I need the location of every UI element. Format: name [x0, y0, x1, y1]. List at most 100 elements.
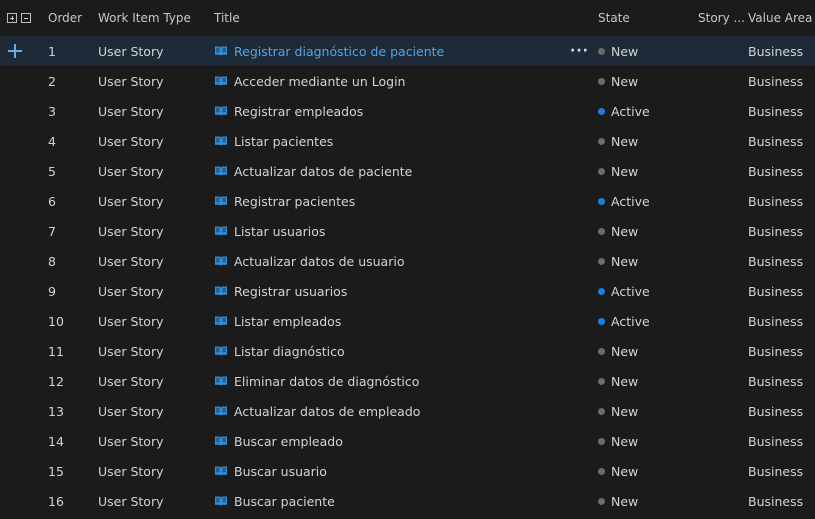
table-row[interactable]: 7 User Story Listar usuarios New Business [0, 216, 815, 246]
work-item-title-link[interactable]: Actualizar datos de paciente [234, 164, 412, 179]
state-cell: Active [598, 306, 650, 336]
work-item-title-link[interactable]: Registrar pacientes [234, 194, 355, 209]
state-cell: Active [598, 276, 650, 306]
state-cell: New [598, 396, 638, 426]
work-item-title-link[interactable]: Listar empleados [234, 314, 341, 329]
value-area-cell: Business [748, 133, 804, 149]
work-item-title-link[interactable]: Registrar empleados [234, 104, 363, 119]
work-item-type-cell: User Story [98, 163, 164, 179]
title-cell[interactable]: Actualizar datos de paciente [214, 156, 589, 186]
work-item-title-link[interactable]: Listar pacientes [234, 134, 333, 149]
order-cell: 16 [48, 493, 64, 509]
table-row[interactable]: 16 User Story Buscar paciente New Busines… [0, 486, 815, 516]
work-item-title-link[interactable]: Buscar usuario [234, 464, 327, 479]
table-row[interactable]: 5 User Story Actualizar datos de paciente… [0, 156, 815, 186]
work-item-type-cell: User Story [98, 373, 164, 389]
work-item-title-link[interactable]: Listar usuarios [234, 224, 325, 239]
title-cell[interactable]: Registrar diagnóstico de paciente [214, 36, 589, 66]
table-row[interactable]: 6 User Story Registrar pacientes Active B… [0, 186, 815, 216]
state-cell: Active [598, 186, 650, 216]
work-item-type-cell: User Story [98, 403, 164, 419]
title-cell[interactable]: Registrar usuarios [214, 276, 589, 306]
state-label: Active [611, 283, 650, 299]
state-indicator-icon [598, 437, 605, 445]
work-item-title-link[interactable]: Registrar diagnóstico de paciente [234, 44, 444, 59]
table-row[interactable]: 14 User Story Buscar empleado New Busines… [0, 426, 815, 456]
expand-all-icon[interactable] [7, 13, 17, 23]
order-cell: 9 [48, 283, 56, 299]
state-indicator-icon [598, 137, 605, 145]
state-cell: New [598, 456, 638, 486]
table-row[interactable]: 8 User Story Actualizar datos de usuario … [0, 246, 815, 276]
state-indicator-icon [598, 347, 605, 355]
work-item-title-link[interactable]: Buscar paciente [234, 494, 335, 509]
title-cell[interactable]: Listar empleados [214, 306, 589, 336]
state-indicator-icon [598, 287, 605, 295]
title-cell[interactable]: Listar pacientes [214, 126, 589, 156]
work-item-title-link[interactable]: Acceder mediante un Login [234, 74, 405, 89]
table-row[interactable]: 12 User Story Eliminar datos de diagnósti… [0, 366, 815, 396]
work-item-type-cell: User Story [98, 43, 164, 59]
value-area-cell: Business [748, 373, 804, 389]
state-cell: New [598, 366, 638, 396]
table-row[interactable]: 13 User Story Actualizar datos de emplead… [0, 396, 815, 426]
work-item-title-link[interactable]: Actualizar datos de usuario [234, 254, 404, 269]
table-row[interactable]: 4 User Story Listar pacientes New Busines… [0, 126, 815, 156]
title-cell[interactable]: Eliminar datos de diagnóstico [214, 366, 589, 396]
title-cell[interactable]: Buscar usuario [214, 456, 589, 486]
table-row[interactable]: 10 User Story Listar empleados Active Bus… [0, 306, 815, 336]
value-area-cell: Business [748, 493, 804, 509]
work-item-type-cell: User Story [98, 313, 164, 329]
table-row[interactable]: 3 User Story Registrar empleados Active B… [0, 96, 815, 126]
title-cell[interactable]: Listar diagnóstico [214, 336, 589, 366]
table-row[interactable]: 2 User Story Acceder mediante un Login Ne… [0, 66, 815, 96]
work-item-title-link[interactable]: Buscar empleado [234, 434, 343, 449]
column-header-value-area[interactable]: Value Area [748, 0, 812, 36]
expand-collapse-controls [7, 0, 35, 36]
state-label: Active [611, 313, 650, 329]
state-cell: New [598, 126, 638, 156]
title-cell[interactable]: Buscar empleado [214, 426, 589, 456]
table-row[interactable]: 15 User Story Buscar usuario New Business [0, 456, 815, 486]
order-cell: 10 [48, 313, 64, 329]
column-header-title[interactable]: Title [214, 0, 589, 36]
title-cell[interactable]: Registrar empleados [214, 96, 589, 126]
add-child-icon[interactable] [8, 44, 22, 58]
column-header-order[interactable]: Order [48, 0, 82, 36]
work-item-title-link[interactable]: Eliminar datos de diagnóstico [234, 374, 419, 389]
value-area-cell: Business [748, 223, 804, 239]
grid-body: 1 User Story Registrar diagnóstico de pac… [0, 36, 815, 516]
title-cell[interactable]: Buscar paciente [214, 486, 589, 516]
user-story-book-icon [215, 106, 227, 116]
state-label: New [611, 373, 639, 389]
state-indicator-icon [598, 407, 605, 415]
user-story-book-icon [215, 286, 227, 296]
work-item-title-link[interactable]: Registrar usuarios [234, 284, 347, 299]
backlog-grid: Order Work Item Type Title State Story .… [0, 0, 815, 516]
title-cell[interactable]: Listar usuarios [214, 216, 589, 246]
column-header-work-item-type[interactable]: Work Item Type [98, 0, 191, 36]
value-area-cell: Business [748, 163, 804, 179]
title-cell[interactable]: Actualizar datos de empleado [214, 396, 589, 426]
more-actions-icon[interactable]: ··· [570, 36, 589, 66]
work-item-type-cell: User Story [98, 283, 164, 299]
column-header-state[interactable]: State [598, 0, 630, 36]
work-item-type-cell: User Story [98, 103, 164, 119]
state-cell: New [598, 336, 638, 366]
state-cell: New [598, 216, 638, 246]
state-label: New [611, 463, 639, 479]
value-area-cell: Business [748, 253, 804, 269]
column-header-story-points[interactable]: Story ... [698, 0, 745, 36]
work-item-title-link[interactable]: Listar diagnóstico [234, 344, 345, 359]
table-row[interactable]: 9 User Story Registrar usuarios Active Bu… [0, 276, 815, 306]
title-cell[interactable]: Actualizar datos de usuario [214, 246, 589, 276]
collapse-all-icon[interactable] [21, 13, 31, 23]
state-indicator-icon [598, 377, 605, 385]
title-cell[interactable]: Acceder mediante un Login [214, 66, 589, 96]
title-cell[interactable]: Registrar pacientes [214, 186, 589, 216]
work-item-title-link[interactable]: Actualizar datos de empleado [234, 404, 420, 419]
table-row[interactable]: 1 User Story Registrar diagnóstico de pac… [0, 36, 815, 66]
ellipsis-icon: ··· [570, 43, 589, 59]
table-row[interactable]: 11 User Story Listar diagnóstico New Busi… [0, 336, 815, 366]
work-item-type-cell: User Story [98, 223, 164, 239]
